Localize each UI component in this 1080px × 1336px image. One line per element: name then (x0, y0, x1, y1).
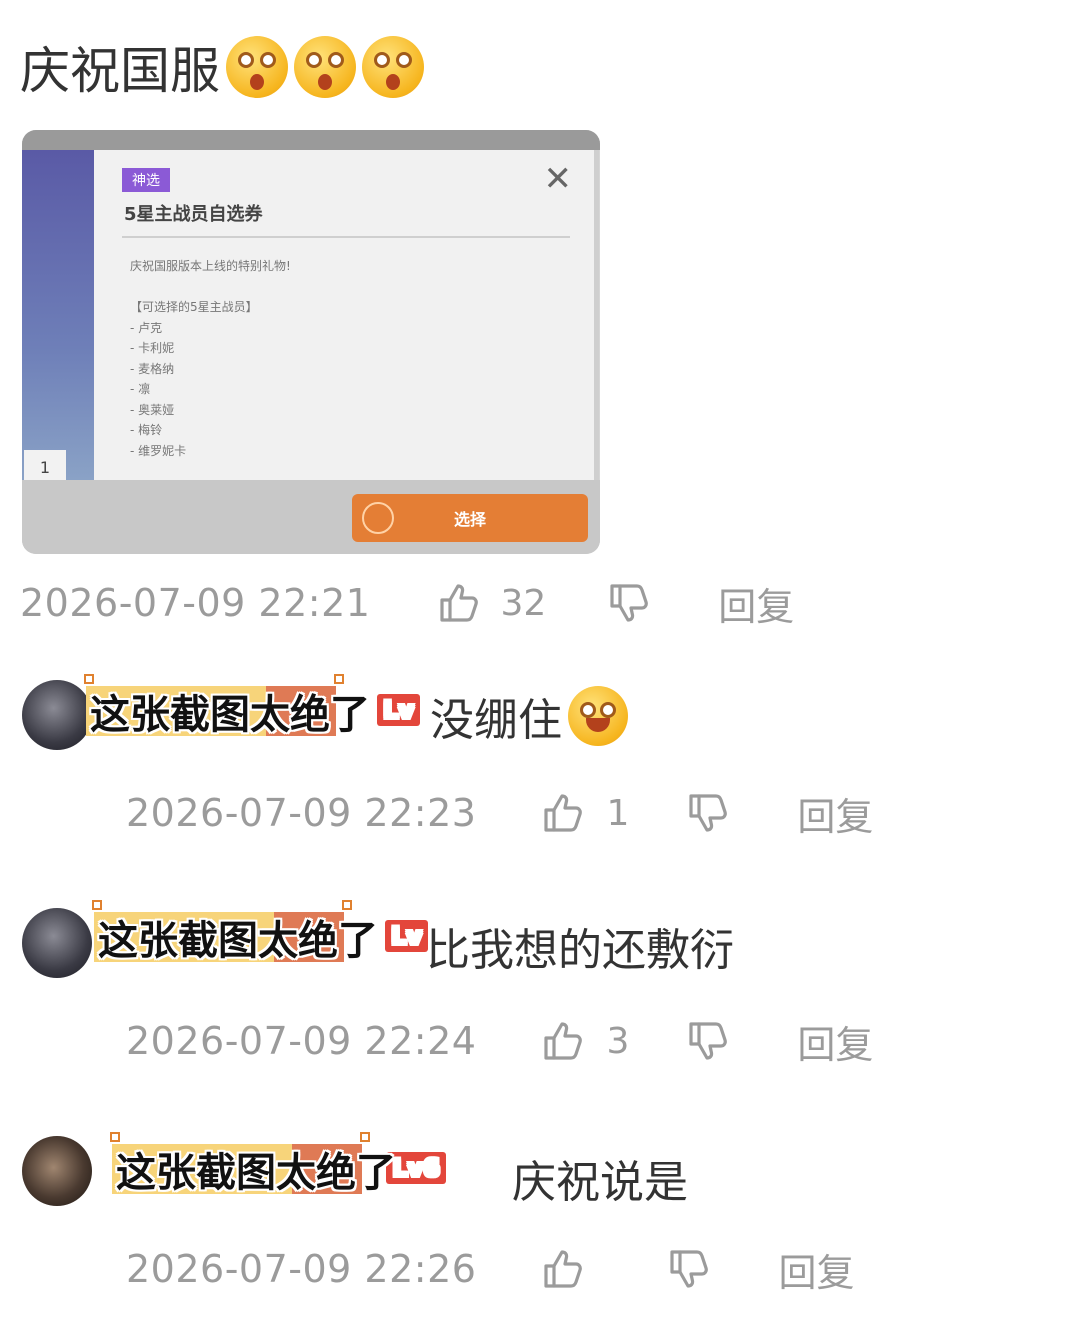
avatar[interactable] (22, 1136, 92, 1206)
comment-header: 这张截图太绝了 Lv (92, 900, 428, 968)
like-count: 32 (500, 582, 547, 624)
thumbs-down-icon[interactable] (685, 1018, 731, 1064)
laughing-crying-emoji-icon (568, 686, 628, 746)
thumbs-up-icon[interactable] (540, 1018, 586, 1064)
comment-text: 没绷住 (430, 695, 562, 746)
post-image[interactable]: 1 神选 5星主战员自选券 ✕ 庆祝国服版本上线的特别礼物! 【可选择的5星主战… (22, 130, 600, 554)
image-sidebar: 1 (22, 150, 94, 484)
avatar[interactable] (22, 680, 92, 750)
shocked-face-emoji-icon (294, 36, 356, 98)
image-select-button: 选择 (352, 494, 588, 542)
post-timestamp: 2026-07-09 22:21 (20, 581, 371, 625)
username-badge[interactable]: 这张截图太绝了 Lv (92, 900, 428, 968)
username: 这张截图太绝了 (98, 918, 378, 964)
shocked-face-emoji-icon (362, 36, 424, 98)
comment-meta: 2026-07-09 22:24 3 回复 (126, 1014, 873, 1068)
avatar[interactable] (22, 908, 92, 978)
post-meta: 2026-07-09 22:21 32 回复 (20, 576, 794, 630)
comment-header: 这张截图太绝了 Lv6 (110, 1132, 446, 1200)
level-badge: Lv (385, 920, 428, 952)
comment-timestamp: 2026-07-09 22:24 (126, 1019, 477, 1063)
thumbs-up-icon[interactable] (540, 790, 586, 836)
thumbs-up-icon[interactable] (540, 1246, 586, 1292)
comment-text: 庆祝说是 (512, 1157, 688, 1208)
close-icon: ✕ (543, 159, 573, 199)
username: 这张截图太绝了 (90, 692, 370, 738)
comment-body: 庆祝说是 (512, 1146, 688, 1210)
level-badge: Lv (377, 694, 420, 726)
thumbs-down-icon[interactable] (666, 1246, 712, 1292)
cube-icon (362, 502, 394, 534)
reply-button[interactable]: 回复 (797, 1014, 873, 1069)
comment-meta: 2026-07-09 22:26 回复 (126, 1242, 854, 1296)
reply-button[interactable]: 回复 (797, 786, 873, 841)
image-top-bar (22, 130, 600, 150)
username: 这张截图太绝了 (116, 1150, 396, 1196)
thumbs-down-icon[interactable] (606, 580, 652, 626)
post-content: 庆祝国服 (20, 32, 424, 102)
comment-header: 这张截图太绝了 Lv (84, 674, 420, 742)
comment-body: 比我想的还敷衍 (426, 914, 734, 978)
username-badge[interactable]: 这张截图太绝了 Lv (84, 674, 420, 742)
like-count: 1 (606, 792, 630, 834)
thumbs-up-icon[interactable] (436, 580, 482, 626)
image-side-number: 1 (24, 450, 66, 484)
image-select-label: 选择 (453, 510, 486, 529)
image-dialog-tag: 神选 (122, 168, 170, 192)
like-count: 3 (606, 1020, 630, 1062)
image-dialog-body: 庆祝国服版本上线的特别礼物! 【可选择的5星主战员】 - 卢克 - 卡利妮 - … (130, 259, 291, 458)
comment-timestamp: 2026-07-09 22:26 (126, 1247, 477, 1291)
comment-timestamp: 2026-07-09 22:23 (126, 791, 477, 835)
comment-meta: 2026-07-09 22:23 1 回复 (126, 786, 873, 840)
thumbs-down-icon[interactable] (685, 790, 731, 836)
shocked-face-emoji-icon (226, 36, 288, 98)
post-text: 庆祝国服 (20, 42, 220, 100)
reply-button[interactable]: 回复 (778, 1242, 854, 1297)
image-dialog-divider (122, 236, 570, 238)
image-dialog-title: 5星主战员自选券 (124, 204, 263, 225)
username-badge[interactable]: 这张截图太绝了 Lv6 (110, 1132, 446, 1200)
comment-text: 比我想的还敷衍 (426, 925, 734, 976)
image-dialog: 神选 5星主战员自选券 ✕ 庆祝国服版本上线的特别礼物! 【可选择的5星主战员】… (94, 150, 594, 480)
comment-body: 没绷住 (430, 684, 628, 748)
reply-button[interactable]: 回复 (718, 576, 794, 631)
